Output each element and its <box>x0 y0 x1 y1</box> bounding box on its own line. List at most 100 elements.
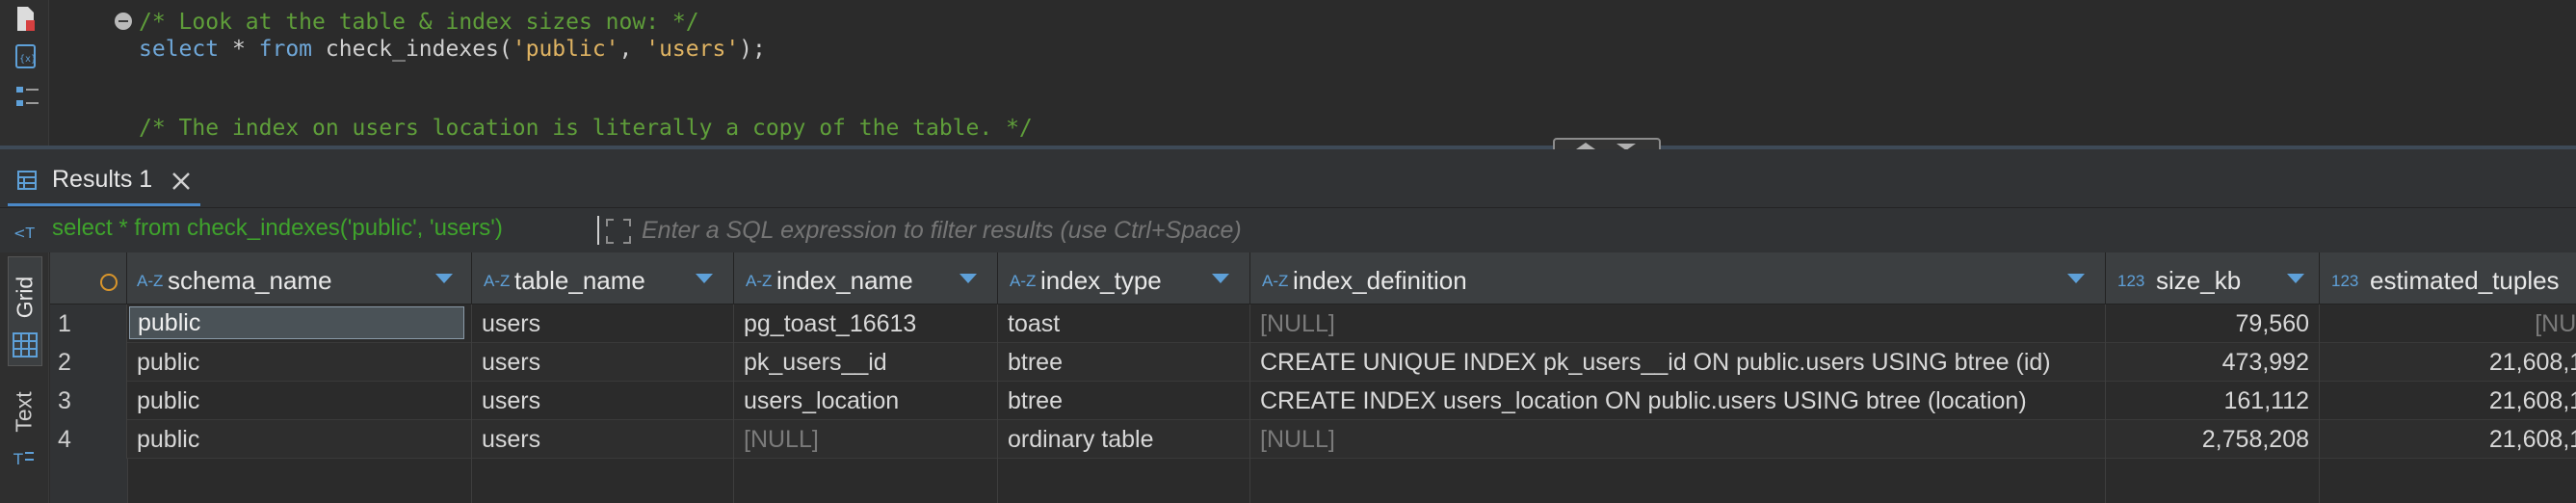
query-star: * <box>219 37 259 62</box>
column-header-label: index_type <box>1040 266 1162 295</box>
selected-cell[interactable]: public <box>129 306 464 339</box>
view-mode-panel: Grid Text T <box>0 252 49 503</box>
string-type-icon: A-Z <box>137 272 164 290</box>
row-number[interactable]: 1 <box>50 304 127 343</box>
cell-size-kb[interactable]: 161,112 <box>2106 382 2320 420</box>
outline-icon[interactable] <box>15 85 40 110</box>
column-header-index-definition[interactable]: A-Z index_definition <box>1250 252 2106 304</box>
cell-index-type[interactable]: btree <box>998 343 1250 382</box>
cell-table-name[interactable]: users <box>472 382 734 420</box>
cell-index-definition[interactable]: CREATE UNIQUE INDEX pk_users__id ON publ… <box>1250 343 2106 382</box>
column-divider <box>997 459 998 503</box>
table-row[interactable]: 2 public users pk_users__id btree CREATE… <box>50 343 2576 382</box>
grid-table-icon <box>17 171 37 190</box>
filter-bar: <T select * from check_indexes('public',… <box>0 208 2576 253</box>
string-type-icon: A-Z <box>1262 272 1289 290</box>
close-icon[interactable] <box>171 172 191 191</box>
cell-index-name[interactable]: [NULL] <box>734 420 998 459</box>
column-divider <box>2105 459 2106 503</box>
table-row[interactable]: 1 public users pg_toast_16613 toast [NUL… <box>50 304 2576 343</box>
string-type-icon: A-Z <box>1010 272 1037 290</box>
results-grid[interactable]: A-Z schema_name A-Z table_name A-Z index… <box>50 252 2576 503</box>
sort-dropdown-icon[interactable] <box>959 274 977 283</box>
query-function: check_indexes( <box>312 37 513 62</box>
cell-estimated-tuples[interactable]: [NULL] <box>2320 304 2576 343</box>
cell-estimated-tuples[interactable]: 21,608,146 <box>2320 420 2576 459</box>
column-header-table-name[interactable]: A-Z table_name <box>472 252 734 304</box>
tab-results-1[interactable]: Results 1 <box>8 153 200 206</box>
column-header-index-type[interactable]: A-Z index_type <box>998 252 1250 304</box>
column-header-label: size_kb <box>2156 266 2242 295</box>
cell-schema-name[interactable]: public <box>127 343 472 382</box>
svg-text:{x}: {x} <box>19 54 37 65</box>
cell-table-name[interactable]: users <box>472 343 734 382</box>
text-view-icon: T <box>13 450 34 468</box>
editor-line-comment-2: /* The index on users location is litera… <box>139 116 1033 141</box>
text-tab-label: Text <box>11 391 37 433</box>
sort-dropdown-icon[interactable] <box>2287 274 2304 283</box>
execute-script-icon[interactable] <box>15 6 37 33</box>
cell-table-name[interactable]: users <box>472 304 734 343</box>
cell-index-name[interactable]: users_location <box>734 382 998 420</box>
numeric-type-icon: 123 <box>2117 272 2145 290</box>
column-header-label: table_name <box>514 266 645 295</box>
table-row[interactable]: 4 public users [NULL] ordinary table [NU… <box>50 420 2576 459</box>
cell-index-definition[interactable]: [NULL] <box>1250 304 2106 343</box>
sort-dropdown-icon[interactable] <box>696 274 713 283</box>
cell-index-name[interactable]: pg_toast_16613 <box>734 304 998 343</box>
sql-editor[interactable]: {x} /* Look at the table & index sizes n… <box>0 0 2576 146</box>
column-divider <box>1249 459 1250 503</box>
cell-size-kb[interactable]: 2,758,208 <box>2106 420 2320 459</box>
cell-size-kb[interactable]: 79,560 <box>2106 304 2320 343</box>
grid-view-icon <box>13 332 38 357</box>
editor-line-comment: /* Look at the table & index sizes now: … <box>139 10 699 35</box>
cell-estimated-tuples[interactable]: 21,608,146 <box>2320 382 2576 420</box>
cell-index-name[interactable]: pk_users__id <box>734 343 998 382</box>
active-query-text: select * from check_indexes('public', 'u… <box>52 215 503 241</box>
column-divider <box>733 459 734 503</box>
column-divider <box>2319 459 2320 503</box>
cell-index-type[interactable]: toast <box>998 304 1250 343</box>
sort-dropdown-icon[interactable] <box>1212 274 1229 283</box>
cell-estimated-tuples[interactable]: 21,608,164 <box>2320 343 2576 382</box>
string-type-icon: A-Z <box>746 272 773 290</box>
fold-marker-icon[interactable] <box>115 13 132 30</box>
column-header-index-name[interactable]: A-Z index_name <box>734 252 998 304</box>
tab-text-view[interactable]: Text T <box>8 378 40 484</box>
cell-index-definition[interactable]: CREATE INDEX users_location ON public.us… <box>1250 382 2106 420</box>
row-number[interactable]: 3 <box>50 382 127 420</box>
sql-filter-icon[interactable]: <T <box>13 220 46 243</box>
tab-grid-view[interactable]: Grid <box>8 256 42 366</box>
sort-dropdown-icon[interactable] <box>435 274 453 283</box>
column-header-size-kb[interactable]: 123 size_kb <box>2106 252 2320 304</box>
results-tab-label: Results 1 <box>52 166 153 193</box>
svg-text:T: T <box>13 450 23 468</box>
row-number[interactable]: 2 <box>50 343 127 382</box>
text-cursor <box>597 216 599 245</box>
column-header-label: index_definition <box>1293 266 1467 295</box>
query-arg-schema: 'public' <box>512 37 619 62</box>
cell-index-definition[interactable]: [NULL] <box>1250 420 2106 459</box>
filter-input[interactable] <box>640 212 2551 249</box>
numeric-type-icon: 123 <box>2331 272 2359 290</box>
variables-icon[interactable]: {x} <box>15 44 37 69</box>
column-header-estimated-tuples[interactable]: 123 estimated_tuples <box>2320 252 2576 304</box>
cell-index-type[interactable]: btree <box>998 382 1250 420</box>
cell-schema-name[interactable]: public <box>127 420 472 459</box>
select-all-corner[interactable] <box>50 252 127 304</box>
keyword-from: from <box>258 37 313 62</box>
query-end: ); <box>739 37 766 62</box>
cell-schema-name[interactable]: public <box>127 304 472 343</box>
expand-filter-icon[interactable] <box>605 218 632 245</box>
sort-dropdown-icon[interactable] <box>2067 274 2085 283</box>
column-header-schema-name[interactable]: A-Z schema_name <box>127 252 472 304</box>
column-divider <box>471 459 472 503</box>
table-row[interactable]: 3 public users users_location btree CREA… <box>50 382 2576 420</box>
cell-index-type[interactable]: ordinary table <box>998 420 1250 459</box>
column-header-label: estimated_tuples <box>2370 266 2560 295</box>
row-number[interactable]: 4 <box>50 420 127 459</box>
svg-text:<T: <T <box>13 225 36 242</box>
cell-size-kb[interactable]: 473,992 <box>2106 343 2320 382</box>
cell-schema-name[interactable]: public <box>127 382 472 420</box>
cell-table-name[interactable]: users <box>472 420 734 459</box>
